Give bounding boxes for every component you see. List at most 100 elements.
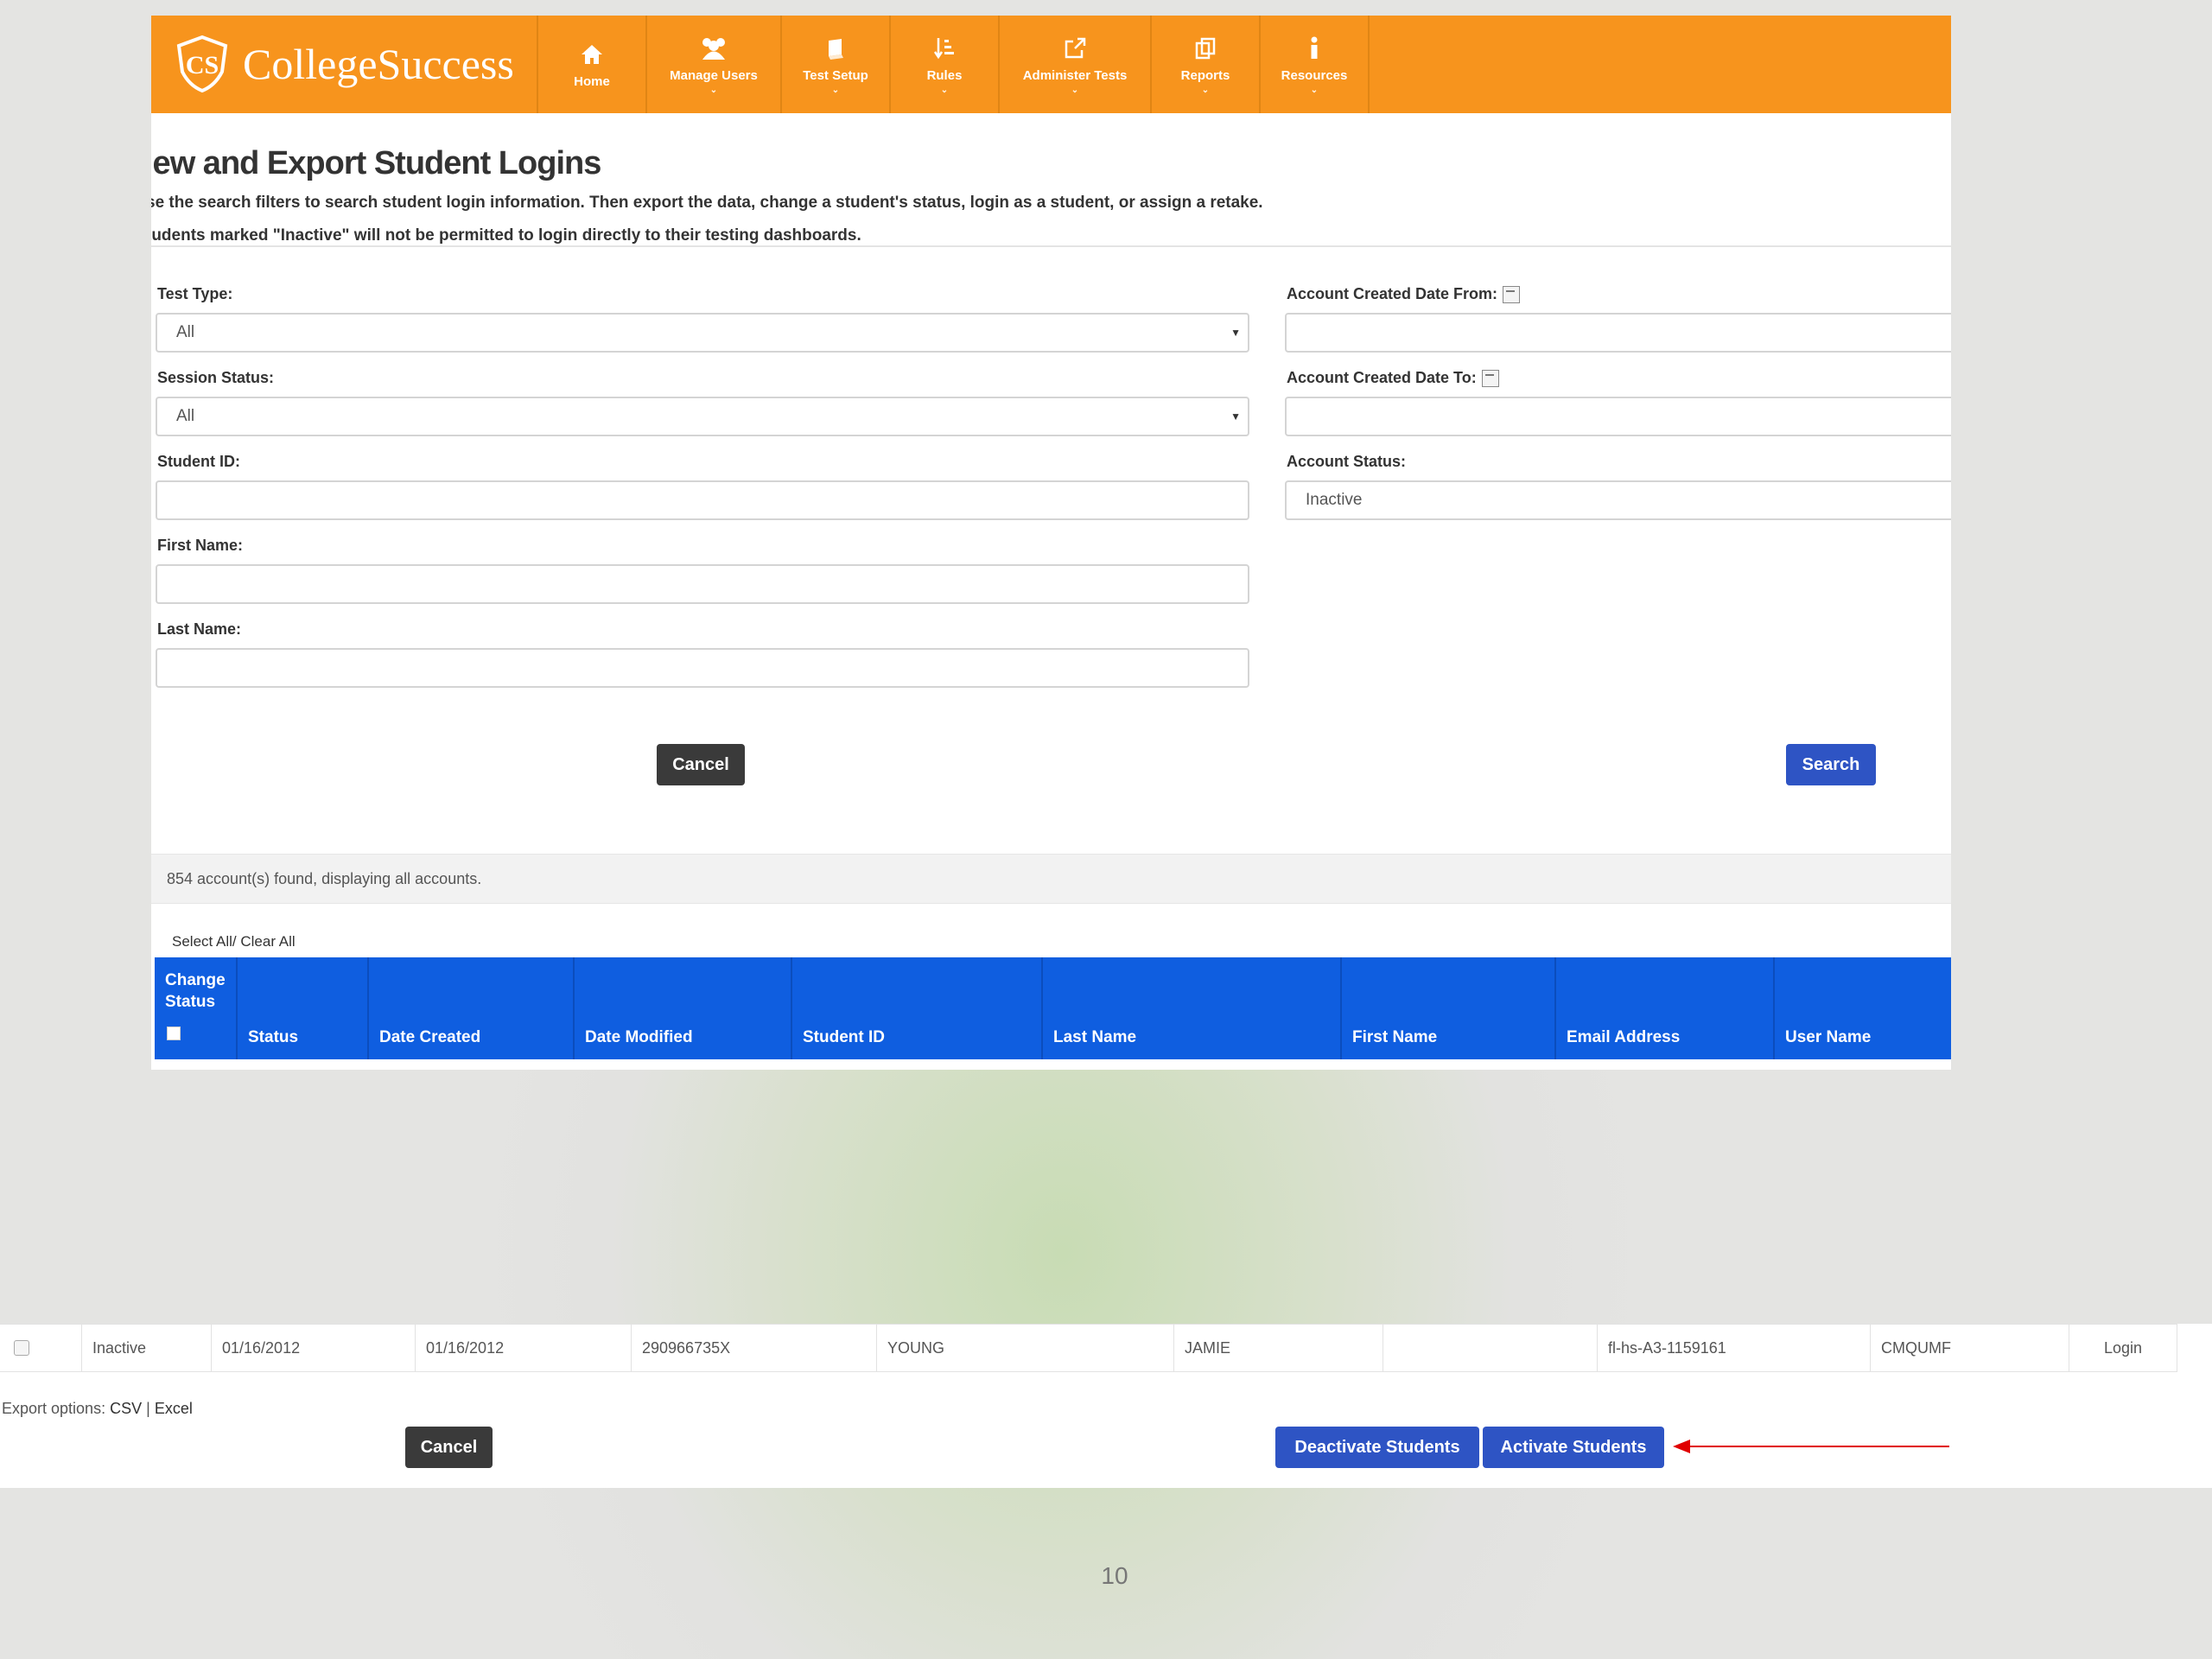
search-button[interactable]: Search xyxy=(1786,744,1876,785)
row-username: fl-hs-A3-1159161 xyxy=(1597,1325,1870,1371)
header-date-created[interactable]: Date Created xyxy=(367,957,573,1059)
select-all-checkbox[interactable] xyxy=(167,1027,181,1040)
account-status-label: Account Status: xyxy=(1287,453,1407,470)
red-arrow-annotation-icon xyxy=(1673,1440,1949,1453)
session-status-label: Session Status: xyxy=(157,369,275,386)
chevron-down-icon: ⌄ xyxy=(940,86,949,95)
nav-label: Manage Users xyxy=(670,68,758,83)
calendar-icon[interactable] xyxy=(1503,286,1521,304)
dropdown-arrow-icon: ▼ xyxy=(1230,327,1241,339)
nav-item-home[interactable]: Home xyxy=(538,16,645,113)
header-user-name[interactable]: User Name xyxy=(1773,957,1951,1059)
account-status-value: Inactive xyxy=(1306,491,1363,509)
header-student-id[interactable]: Student ID xyxy=(791,957,1041,1059)
export-separator: | xyxy=(146,1400,150,1417)
session-status-select[interactable]: All ▼ xyxy=(156,397,1249,436)
export-excel-link[interactable]: Excel xyxy=(155,1400,193,1417)
row-checkbox[interactable] xyxy=(14,1340,29,1356)
users-icon xyxy=(699,34,728,63)
row-date-modified: 01/16/2012 xyxy=(415,1325,631,1371)
cs-shield-logo-icon: CS xyxy=(176,35,228,93)
dropdown-arrow-icon: ▼ xyxy=(1230,410,1241,423)
nav-item-test-setup[interactable]: Test Setup ⌄ xyxy=(782,16,889,113)
row-last-name: YOUNG xyxy=(876,1325,1173,1371)
created-from-input[interactable] xyxy=(1285,313,1951,353)
select-all-clear-all-link[interactable]: Select All/ Clear All xyxy=(172,933,296,950)
last-name-input[interactable] xyxy=(156,648,1249,688)
nav-item-manage-users[interactable]: Manage Users ⌄ xyxy=(647,16,780,113)
top-nav-bar: CS CollegeSuccess Home Manage Users ⌄ Te… xyxy=(151,16,1951,113)
deactivate-students-button[interactable]: Deactivate Students xyxy=(1275,1427,1479,1468)
row-login-link[interactable]: Login xyxy=(2069,1325,2177,1371)
results-table-header: Change Status Status Date Created Date M… xyxy=(155,957,1951,1059)
calendar-icon[interactable] xyxy=(1481,370,1499,388)
nav-label: Rules xyxy=(926,68,963,83)
nav-label: Resources xyxy=(1281,68,1348,83)
export-label: Export options: xyxy=(2,1400,106,1417)
page-title: iew and Export Student Logins xyxy=(151,145,601,181)
header-first-name[interactable]: First Name xyxy=(1340,957,1554,1059)
results-summary: 854 account(s) found, displaying all acc… xyxy=(167,870,482,887)
external-link-icon xyxy=(1063,34,1087,63)
row-password: CMQUMF xyxy=(1870,1325,2069,1371)
home-icon xyxy=(580,40,604,69)
student-id-input[interactable] xyxy=(156,480,1249,520)
header-date-modified[interactable]: Date Modified xyxy=(573,957,791,1059)
chevron-down-icon: ⌄ xyxy=(831,86,840,95)
nav-item-resources[interactable]: Resources ⌄ xyxy=(1261,16,1368,113)
row-email xyxy=(1382,1325,1597,1371)
row-student-id: 290966735X xyxy=(631,1325,876,1371)
nav-separator xyxy=(1368,16,1370,113)
nav-item-reports[interactable]: Reports ⌄ xyxy=(1152,16,1259,113)
session-status-value: All xyxy=(176,407,195,425)
student-id-label: Student ID: xyxy=(157,453,240,470)
export-csv-link[interactable]: CSV xyxy=(110,1400,142,1417)
export-options: Export options: CSV | Excel xyxy=(2,1400,193,1418)
svg-text:CS: CS xyxy=(186,51,219,79)
inactive-note: tudents marked "Inactive" will not be pe… xyxy=(151,226,861,245)
nav-label: Test Setup xyxy=(803,68,868,83)
info-icon xyxy=(1308,34,1320,63)
created-to-label: Account Created Date To: xyxy=(1287,369,1499,388)
book-icon xyxy=(824,34,847,63)
table-row: Inactive 01/16/2012 01/16/2012 290966735… xyxy=(0,1324,2177,1372)
chevron-down-icon: ⌄ xyxy=(1071,86,1079,95)
first-name-input[interactable] xyxy=(156,564,1249,604)
nav-label: Reports xyxy=(1180,68,1230,83)
header-email-address[interactable]: Email Address xyxy=(1554,957,1773,1059)
header-status[interactable]: Status xyxy=(236,957,367,1059)
row-status: Inactive xyxy=(81,1325,211,1371)
top-screenshot-panel: CS CollegeSuccess Home Manage Users ⌄ Te… xyxy=(151,16,1951,1070)
divider xyxy=(151,245,1951,247)
bottom-screenshot-panel: Inactive 01/16/2012 01/16/2012 290966735… xyxy=(0,1324,2212,1488)
nav-label: Administer Tests xyxy=(1022,68,1128,83)
cancel-button[interactable]: Cancel xyxy=(657,744,745,785)
chevron-down-icon: ⌄ xyxy=(1310,86,1319,95)
page-number: 10 xyxy=(1101,1562,1128,1589)
test-type-value: All xyxy=(176,323,195,341)
header-last-name[interactable]: Last Name xyxy=(1041,957,1340,1059)
sort-icon xyxy=(933,34,956,63)
nav-item-rules[interactable]: Rules ⌄ xyxy=(891,16,998,113)
created-from-label: Account Created Date From: xyxy=(1287,285,1521,304)
chevron-down-icon: ⌄ xyxy=(1201,86,1210,95)
row-select-cell xyxy=(0,1325,81,1371)
intro-text: se the search filters to search student … xyxy=(151,194,1263,212)
reports-icon xyxy=(1193,34,1217,63)
bottom-cancel-button[interactable]: Cancel xyxy=(405,1427,493,1468)
nav-label: Home xyxy=(574,74,610,89)
last-name-label: Last Name: xyxy=(157,620,242,638)
first-name-label: First Name: xyxy=(157,537,244,554)
brand-name: CollegeSuccess xyxy=(243,40,514,88)
row-first-name: JAMIE xyxy=(1173,1325,1382,1371)
activate-students-button[interactable]: Activate Students xyxy=(1483,1427,1664,1468)
test-type-label: Test Type: xyxy=(157,285,233,302)
header-change-status: Change Status xyxy=(155,957,236,1059)
results-summary-bar: 854 account(s) found, displaying all acc… xyxy=(151,854,1951,904)
row-date-created: 01/16/2012 xyxy=(211,1325,415,1371)
account-status-select[interactable]: Inactive xyxy=(1285,480,1951,520)
nav-item-administer-tests[interactable]: Administer Tests ⌄ xyxy=(1000,16,1150,113)
created-to-input[interactable] xyxy=(1285,397,1951,436)
test-type-select[interactable]: All ▼ xyxy=(156,313,1249,353)
chevron-down-icon: ⌄ xyxy=(709,86,718,95)
